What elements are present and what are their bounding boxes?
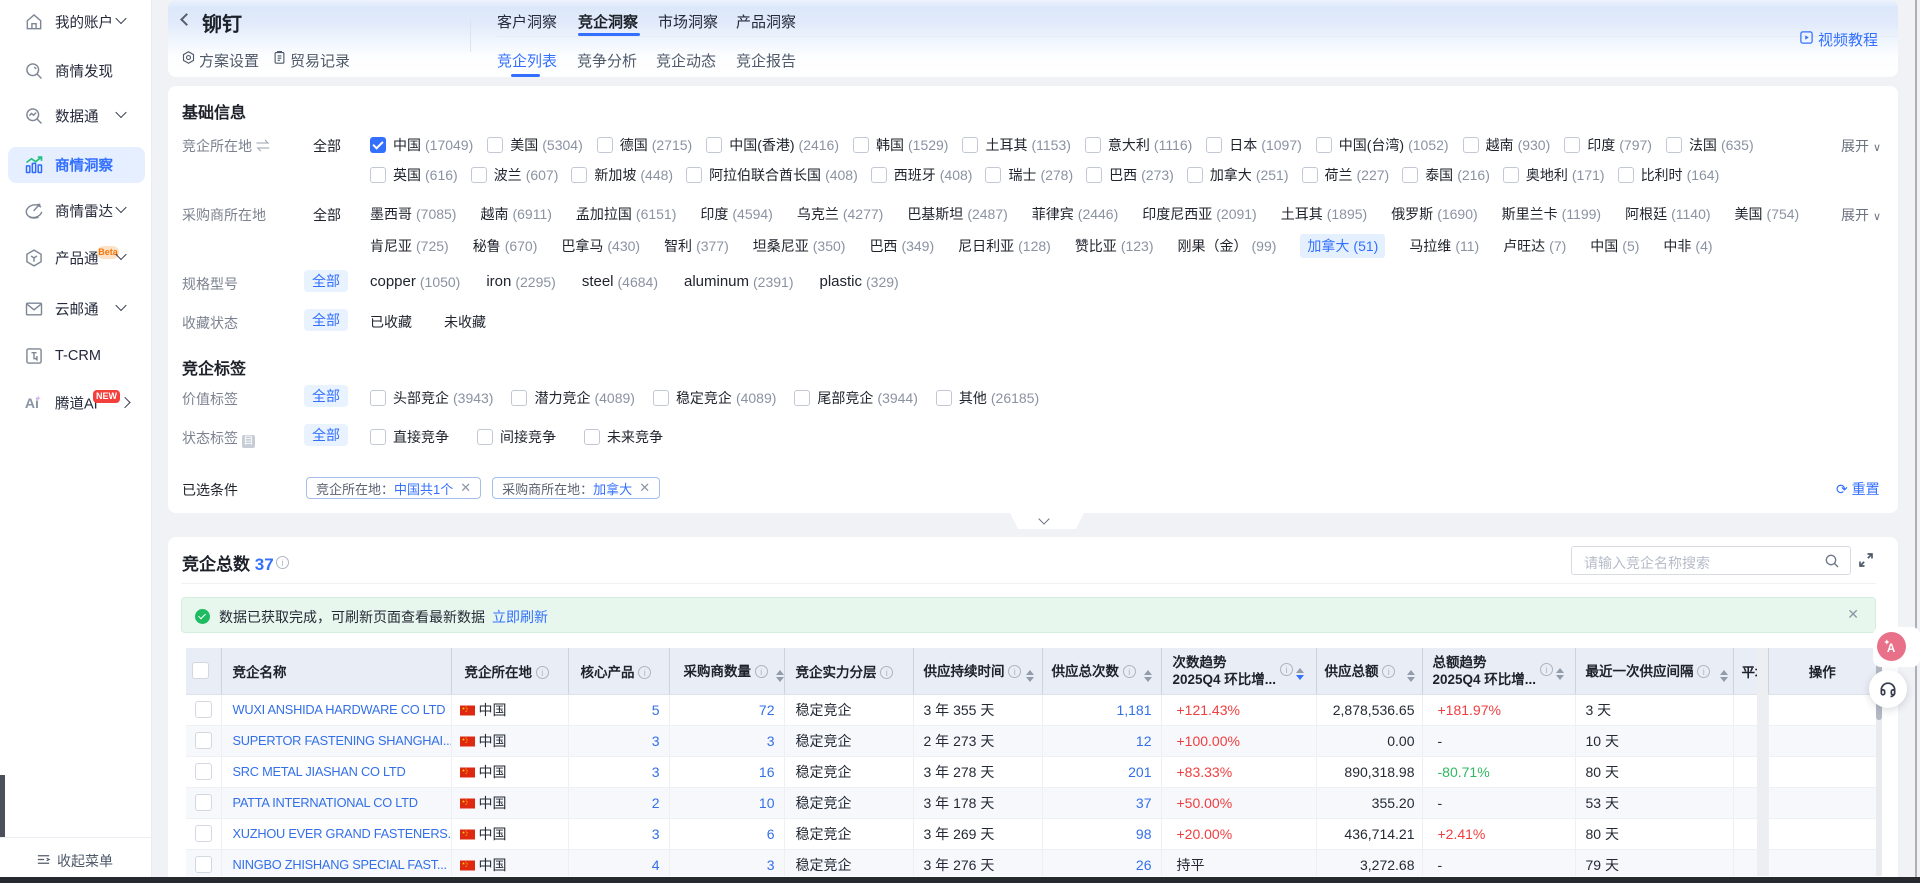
svg-text:A: A (1887, 642, 1896, 655)
